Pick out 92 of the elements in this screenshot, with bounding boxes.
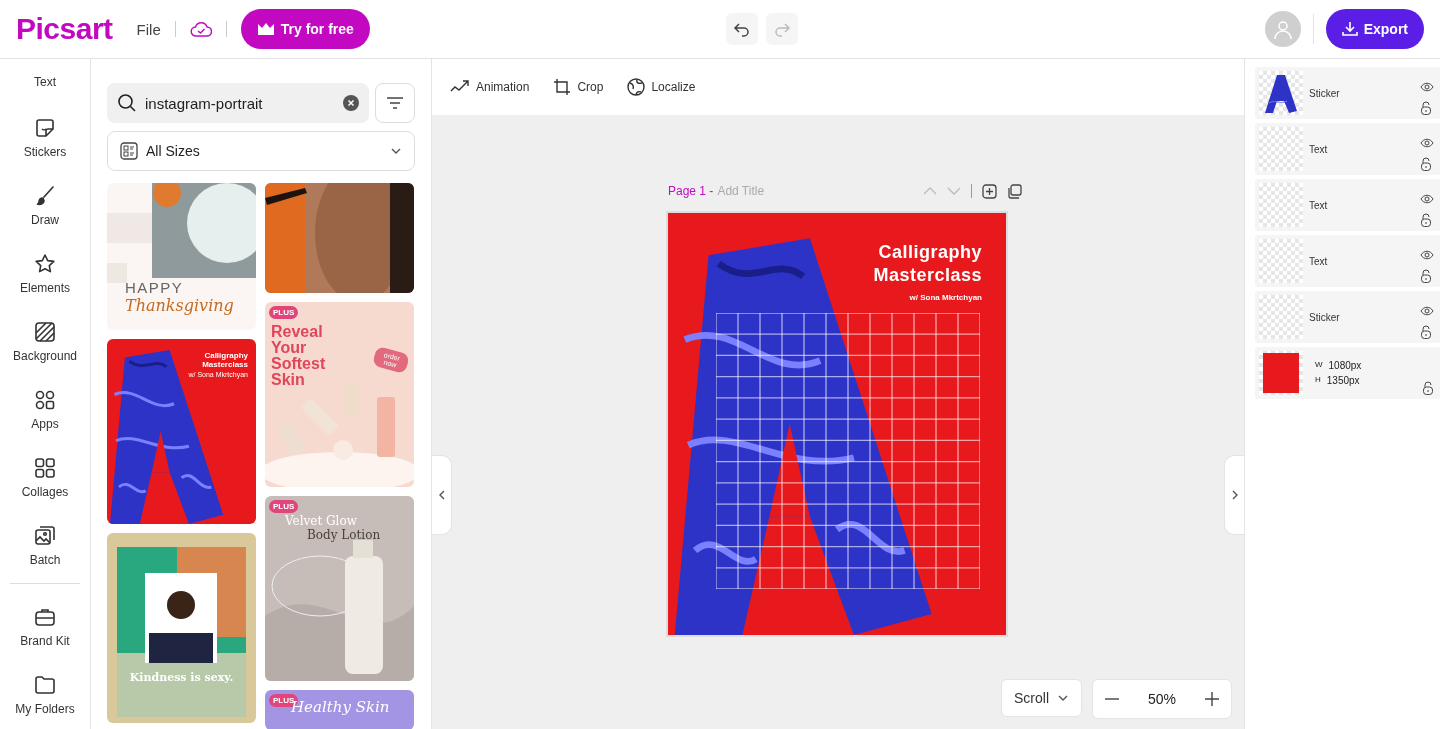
template-text: Reveal: [271, 324, 324, 340]
crop-icon: [553, 78, 572, 96]
design-byline[interactable]: w/ Sona Mkrtchyan: [909, 293, 982, 302]
crown-icon: [256, 22, 275, 36]
layer-thumbnail: [1259, 295, 1303, 339]
sidebar-item[interactable]: Background: [5, 307, 85, 375]
eye-icon[interactable]: [1420, 193, 1434, 205]
eye-icon[interactable]: [1420, 81, 1434, 93]
layer-name: Sticker: [1309, 311, 1341, 323]
undo-button[interactable]: [726, 13, 759, 45]
redo-icon: [773, 20, 792, 38]
layer-row[interactable]: W 1080px H 1350px: [1255, 347, 1440, 399]
template-text: Softest: [271, 356, 326, 372]
search-icon: [117, 93, 137, 113]
layer-thumbnail: [1259, 183, 1303, 227]
eye-icon[interactable]: [1420, 249, 1434, 261]
unlocked-icon[interactable]: [1420, 325, 1432, 339]
add-page-icon[interactable]: [982, 183, 997, 199]
sizes-icon: [120, 142, 138, 160]
layer-row[interactable]: Text: [1255, 179, 1440, 231]
width-value: 1080px: [1328, 360, 1362, 371]
localize-tool[interactable]: Localize: [627, 78, 696, 96]
user-icon: [1271, 18, 1294, 40]
eye-icon[interactable]: [1420, 305, 1434, 317]
try-for-free-button[interactable]: Try for free: [240, 9, 370, 49]
layer-name: Text: [1309, 143, 1329, 155]
sidebar-item[interactable]: Collages: [5, 443, 85, 511]
minus-icon: [1105, 698, 1119, 700]
duplicate-icon[interactable]: [1007, 183, 1022, 199]
filter-button[interactable]: [375, 83, 415, 123]
images-icon: [33, 523, 57, 548]
layer-row[interactable]: Sticker: [1255, 291, 1440, 343]
sidebar-item[interactable]: Batch: [5, 511, 85, 579]
animation-tool[interactable]: Animation: [450, 79, 530, 95]
sidebar-item[interactable]: Brand Kit: [5, 592, 85, 660]
unlocked-icon[interactable]: [1420, 101, 1432, 115]
layer-row[interactable]: Sticker: [1255, 67, 1440, 119]
sidebar-item[interactable]: Draw: [5, 171, 85, 239]
template-text: Thanksgiving: [125, 296, 234, 315]
collapse-handle[interactable]: [432, 455, 452, 535]
sidebar-item[interactable]: Stickers: [5, 103, 85, 171]
sidebar-item[interactable]: Elements: [5, 239, 85, 307]
layer-row[interactable]: Text: [1255, 123, 1440, 175]
zoom-level[interactable]: 50%: [1131, 691, 1193, 707]
template-text: HAPPY: [125, 279, 185, 296]
size-dropdown[interactable]: All Sizes: [107, 131, 415, 171]
design-title[interactable]: Masterclass: [873, 264, 982, 287]
template-card[interactable]: PLUS Velvet Glow Body Lotion: [265, 496, 414, 681]
unlocked-icon[interactable]: [1420, 213, 1432, 227]
height-label: H: [1315, 375, 1321, 386]
layer-name: Text: [1309, 199, 1329, 211]
cloud-check-icon[interactable]: [189, 21, 212, 37]
template-text: Skin: [271, 372, 306, 388]
crop-tool[interactable]: Crop: [553, 78, 604, 96]
view-mode-dropdown[interactable]: Scroll: [1001, 679, 1082, 717]
layer-thumbnail: [1259, 239, 1303, 283]
template-text: Body Lotion: [307, 528, 381, 542]
unlocked-icon[interactable]: [1422, 381, 1434, 395]
sidebar-item[interactable]: Apps: [5, 375, 85, 443]
plus-icon: [1205, 692, 1219, 706]
template-text: Velvet Glow: [285, 514, 358, 528]
download-icon: [1341, 21, 1358, 37]
file-menu[interactable]: File: [136, 20, 161, 38]
template-text: Masterclass: [202, 360, 248, 369]
unlocked-icon[interactable]: [1420, 269, 1432, 283]
logo[interactable]: Picsart: [16, 12, 113, 46]
clear-icon[interactable]: [343, 95, 359, 111]
filter-icon: [386, 96, 404, 110]
sidebar-item[interactable]: Text: [5, 59, 85, 103]
eye-icon[interactable]: [1420, 137, 1434, 149]
page-label: Page 1 -: [668, 184, 714, 198]
expand-handle[interactable]: [1224, 455, 1244, 535]
design-title[interactable]: Calligraphy: [873, 241, 982, 264]
template-card[interactable]: HAPPY Thanksgiving: [107, 183, 256, 330]
search-field[interactable]: instagram-portrait: [107, 83, 369, 123]
pattern-icon: [33, 319, 57, 344]
layer-name: Sticker: [1309, 87, 1341, 99]
width-label: W: [1315, 360, 1323, 371]
layer-thumbnail: [1259, 351, 1303, 395]
sidebar-item[interactable]: My Folders: [5, 660, 85, 728]
unlocked-icon[interactable]: [1420, 157, 1432, 171]
export-button[interactable]: Export: [1325, 9, 1424, 49]
layer-thumbnail: [1259, 127, 1303, 171]
globe-icon: [627, 78, 646, 96]
layer-name: Text: [1309, 255, 1329, 267]
template-text: Calligraphy: [204, 351, 248, 360]
template-text: Your: [271, 340, 308, 356]
undo-icon: [733, 20, 752, 38]
layer-row[interactable]: Text: [1255, 235, 1440, 287]
collage-icon: [33, 455, 57, 480]
template-text: Kindness is sexy.: [128, 671, 235, 684]
height-value: 1350px: [1326, 375, 1360, 386]
